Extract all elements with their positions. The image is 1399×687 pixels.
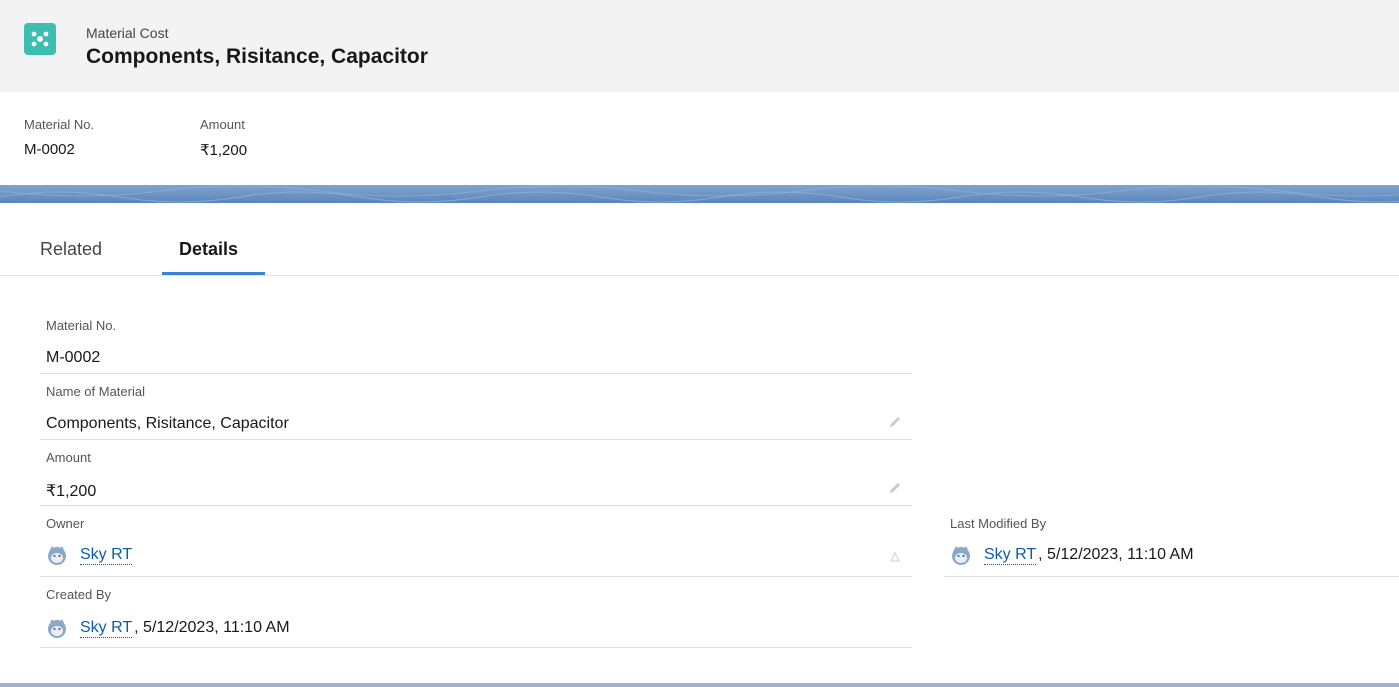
field-amount: Amount ₹1,200 xyxy=(40,440,912,506)
record-title: Components, Risitance, Capacitor xyxy=(86,45,428,68)
owner-user: Sky RT xyxy=(46,544,133,566)
last-modified-link[interactable]: Sky RT xyxy=(984,546,1037,565)
field-last-modified-by: Last Modified By Sky RT , 5/12/2023, 11:… xyxy=(944,506,1399,577)
created-date: , 5/12/2023, 11:10 AM xyxy=(134,619,290,636)
field-label: Amount xyxy=(46,450,91,465)
field-name-of-material: Name of Material Components, Risitance, … xyxy=(40,374,912,440)
field-value: Components, Risitance, Capacitor xyxy=(46,415,289,432)
created-by-link[interactable]: Sky RT xyxy=(80,619,133,638)
field-label: Last Modified By xyxy=(950,516,1047,531)
last-modified-date: , 5/12/2023, 11:10 AM xyxy=(1038,546,1194,563)
user-avatar-icon xyxy=(48,619,66,638)
highlight-material-no: Material No. M-0002 xyxy=(24,117,94,158)
field-value: M-0002 xyxy=(46,349,101,366)
object-type-label: Material Cost xyxy=(86,25,169,41)
user-avatar-icon xyxy=(48,546,66,565)
change-owner-icon[interactable] xyxy=(888,550,902,564)
record-tabs: Related Details xyxy=(0,203,1399,276)
tab-related[interactable]: Related xyxy=(40,239,102,260)
bottom-border xyxy=(0,683,1399,687)
field-value: ₹1,200 xyxy=(46,483,97,500)
field-label: Name of Material xyxy=(46,384,145,399)
pencil-icon[interactable] xyxy=(888,481,902,495)
owner-link[interactable]: Sky RT xyxy=(80,546,133,565)
highlight-amount: Amount ₹1,200 xyxy=(200,117,247,159)
decorative-band xyxy=(0,185,1399,203)
highlight-value: M-0002 xyxy=(24,141,75,158)
field-label: Material No. xyxy=(46,318,117,333)
field-created-by: Created By Sky RT , 5/12/2023, 11:10 AM xyxy=(40,577,912,648)
material-cost-icon xyxy=(24,23,56,55)
user-avatar-icon xyxy=(952,546,970,565)
highlight-value: ₹1,200 xyxy=(200,142,248,159)
highlight-label: Material No. xyxy=(24,117,95,132)
record-header: Material Cost Components, Risitance, Cap… xyxy=(0,0,1399,92)
field-material-no: Material No. M-0002 xyxy=(40,308,912,374)
active-tab-indicator xyxy=(162,272,265,275)
pencil-icon[interactable] xyxy=(888,415,902,429)
highlight-label: Amount xyxy=(200,117,245,132)
field-owner: Owner Sky RT xyxy=(40,506,912,577)
created-by-user: Sky RT , 5/12/2023, 11:10 AM xyxy=(46,617,290,639)
tab-details[interactable]: Details xyxy=(179,239,238,260)
field-label: Owner xyxy=(46,516,85,531)
last-modified-user: Sky RT , 5/12/2023, 11:10 AM xyxy=(950,544,1194,566)
field-label: Created By xyxy=(46,587,112,602)
